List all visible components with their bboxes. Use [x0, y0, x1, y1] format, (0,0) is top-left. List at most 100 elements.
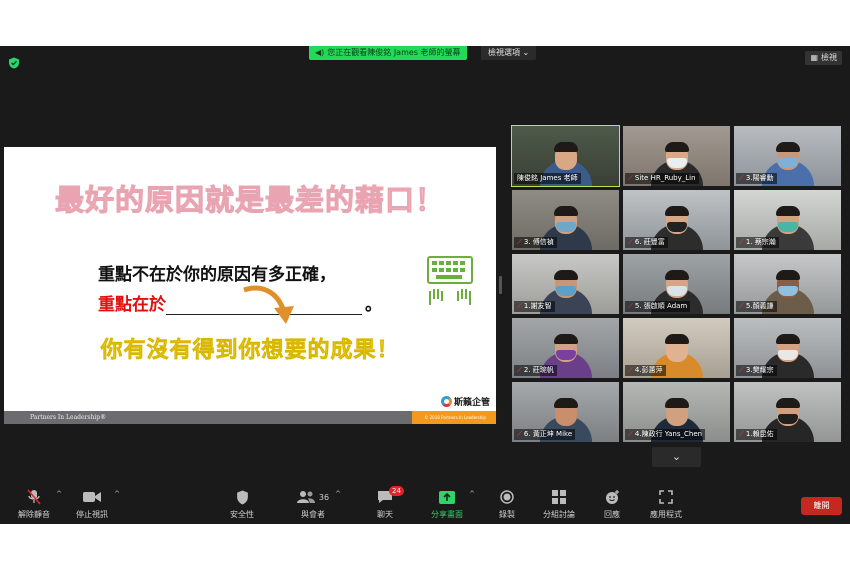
apps-button[interactable]: 應用程式: [636, 488, 696, 520]
curved-arrow-icon: [243, 285, 294, 324]
participant-video-tile[interactable]: ⟋ 6. 莊豐富: [623, 190, 730, 250]
stop-video-button[interactable]: ^ 停止視訊: [62, 488, 122, 520]
participant-video-tile[interactable]: ⟋ 1.謝友智: [512, 254, 619, 314]
participant-name: 3. 傅信禎: [523, 238, 554, 246]
chat-button[interactable]: 24 聊天: [355, 486, 415, 520]
encryption-shield-icon[interactable]: [8, 54, 20, 69]
shared-slide: 最好的原因就是最差的藉口！ 重點不在於你的原因有多正確， 重點在於 。 你有沒有得…: [4, 147, 496, 424]
participant-hair: [664, 398, 689, 408]
participant-video-tile[interactable]: ⟋ 2. 莊琬帆: [512, 318, 619, 378]
muted-mic-icon: ⟋: [739, 302, 744, 310]
breakout-rooms-icon: [552, 490, 566, 504]
participant-hair: [775, 206, 800, 216]
participant-hair: [775, 334, 800, 344]
face-mask: [777, 286, 798, 296]
muted-mic-icon: ⟋: [628, 302, 633, 310]
share-screen-label: 分享畫面: [431, 510, 463, 519]
reactions-smiley-icon: [605, 489, 619, 504]
participant-name: 1.謝友智: [523, 302, 552, 310]
muted-mic-icon: ⟋: [739, 366, 744, 374]
face-mask: [555, 222, 576, 232]
reactions-button[interactable]: 回應: [582, 488, 642, 520]
video-camera-icon: [83, 492, 101, 502]
participant-name: 6. 莊豐富: [634, 238, 665, 246]
share-caret-icon[interactable]: ^: [469, 490, 475, 498]
face-mask: [666, 158, 687, 168]
view-layout-label: 檢視: [821, 53, 837, 62]
slide-line-2-prefix: 重點在於: [98, 295, 166, 315]
face-mask: [777, 158, 798, 168]
participants-caret-icon[interactable]: ^: [335, 490, 341, 498]
record-label: 錄製: [499, 510, 515, 519]
participant-video-tile[interactable]: 陳俊銘 James 老師: [511, 125, 620, 187]
participant-name-tag: ⟋ 6. 黃正坤 Mike: [514, 429, 576, 440]
face-mask: [666, 222, 687, 232]
participant-hair: [664, 206, 689, 216]
grid-icon: ▦: [810, 53, 818, 62]
participant-hair: [553, 206, 578, 216]
leave-button[interactable]: 離開: [801, 497, 842, 515]
view-layout-button[interactable]: ▦ 檢視: [805, 51, 842, 65]
participant-name: 4.彭蕙萍: [634, 366, 663, 374]
face-mask: [666, 286, 687, 296]
participant-hair: [775, 142, 800, 152]
share-banner-text: 您正在觀看陳俊銘 James 老師的螢幕: [327, 48, 461, 57]
security-button[interactable]: 安全性: [212, 488, 272, 520]
view-options-button[interactable]: 檢視選項 ⌄: [481, 46, 537, 60]
participant-name: 陳俊銘 James 老師: [517, 174, 578, 182]
chat-label: 聊天: [377, 510, 393, 519]
participant-hair: [775, 398, 800, 408]
unmute-button[interactable]: ^ 解除靜音: [4, 488, 64, 520]
participant-name: 3.樊耀宗: [745, 366, 774, 374]
company-logo: 斯籟企管: [440, 395, 490, 408]
participant-video-tile[interactable]: ⟋ 1. 蔡宗瀚: [734, 190, 841, 250]
participant-video-tile[interactable]: ⟋ 5.顏義謙: [734, 254, 841, 314]
unmute-label: 解除靜音: [18, 510, 50, 519]
participant-video-tile[interactable]: ⟋ Site HR_Ruby_Lin: [623, 126, 730, 186]
share-indicator-icon: ◀): [315, 48, 325, 57]
share-screen-button[interactable]: ^ 分享畫面: [417, 488, 477, 520]
participant-hair: [664, 142, 689, 152]
face-mask: [777, 414, 798, 424]
participant-video-tile[interactable]: ⟋ 3.陽睿勳: [734, 126, 841, 186]
muted-mic-icon: ⟋: [628, 430, 633, 438]
chat-unread-badge: 24: [389, 486, 404, 496]
participant-name-tag: ⟋ 4.彭蕙萍: [625, 365, 666, 376]
participant-name: 3.陽睿勳: [745, 174, 774, 182]
participant-name: 5.顏義謙: [745, 302, 774, 310]
face-mask: [777, 222, 798, 232]
breakout-rooms-label: 分組討論: [543, 510, 575, 519]
logo-ring-icon: [440, 396, 452, 407]
face-mask: [555, 286, 576, 296]
participant-name: 1. 蔡宗瀚: [745, 238, 776, 246]
muted-mic-icon: ⟋: [739, 430, 744, 438]
splitter-handle[interactable]: [499, 276, 502, 294]
participant-name-tag: ⟋ 4.陳政行 Yans_Chen: [625, 429, 706, 440]
face-mask: [777, 350, 798, 360]
participant-video-tile[interactable]: ⟋ 4.彭蕙萍: [623, 318, 730, 378]
video-caret-icon[interactable]: ^: [114, 490, 120, 498]
record-button[interactable]: 錄製: [477, 488, 537, 520]
participant-name-tag: ⟋ 1.謝友智: [514, 301, 555, 312]
face-mask: [555, 350, 576, 360]
participants-label: 與會者: [301, 510, 325, 519]
participant-video-tile[interactable]: ⟋ 4.陳政行 Yans_Chen: [623, 382, 730, 442]
slide-footer: Partners In Leadership® © 2018 Partners …: [4, 411, 496, 424]
participant-video-tile[interactable]: ⟋ 3. 傅信禎: [512, 190, 619, 250]
security-shield-icon: [236, 490, 248, 504]
participant-video-tile[interactable]: ⟋ 5. 張啟順 Adam: [623, 254, 730, 314]
share-screen-icon: [439, 490, 455, 504]
slide-line-1: 重點不在於你的原因有多正確，: [98, 265, 336, 285]
participants-count: 36: [318, 492, 330, 502]
slide-line-2-suffix: 。: [365, 295, 382, 315]
participant-hair: [553, 398, 578, 408]
participant-hair: [553, 334, 578, 344]
participant-name-tag: ⟋ 1.賴昆佑: [736, 429, 777, 440]
chevron-down-icon[interactable]: ⌄: [652, 447, 701, 467]
participant-video-tile[interactable]: ⟋ 6. 黃正坤 Mike: [512, 382, 619, 442]
breakout-rooms-button[interactable]: 分組討論: [529, 488, 589, 520]
participant-video-tile[interactable]: ⟋ 3.樊耀宗: [734, 318, 841, 378]
participants-button[interactable]: 36 ^ 與會者: [283, 488, 343, 520]
participants-icon: [296, 491, 315, 503]
participant-video-tile[interactable]: ⟋ 1.賴昆佑: [734, 382, 841, 442]
